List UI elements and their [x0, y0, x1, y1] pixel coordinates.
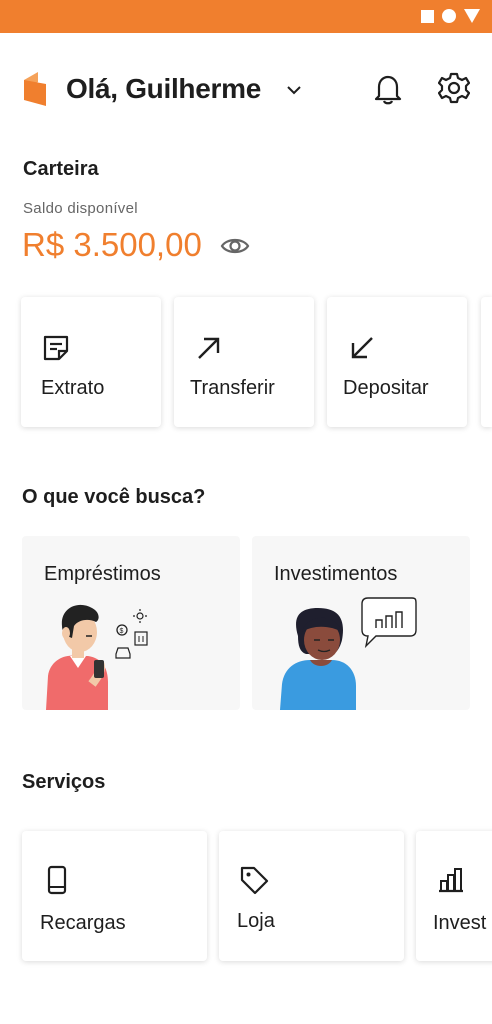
service-label: Loja — [237, 910, 275, 932]
home-icon — [442, 9, 456, 23]
loan-person-illustration: $ — [46, 604, 148, 710]
search-card-emprestimos[interactable]: Empréstimos $ — [22, 536, 240, 710]
search-title: O que você busca? — [22, 486, 206, 508]
notification-bell-icon[interactable] — [373, 72, 403, 106]
services-title: Serviços — [22, 771, 106, 793]
bar-chart-icon — [439, 868, 463, 893]
brand-logo-icon — [24, 72, 46, 106]
tag-icon — [240, 866, 269, 895]
investment-person-illustration — [280, 597, 417, 710]
balance-value: R$ 3.500,00 — [22, 226, 202, 263]
status-bar — [0, 0, 492, 33]
quick-action-label: Transferir — [190, 377, 275, 399]
quick-action-label: Depositar — [343, 377, 429, 399]
search-card-investimentos[interactable]: Investimentos — [252, 536, 470, 710]
service-label: Invest — [433, 912, 487, 934]
quick-action-transferir[interactable]: Transferir — [174, 297, 314, 427]
balance-label: Saldo disponível — [23, 200, 138, 217]
quick-action-label: Extrato — [41, 377, 105, 399]
header: Olá, Guilherme — [0, 66, 492, 114]
eye-icon[interactable] — [220, 234, 250, 258]
settings-gear-icon[interactable] — [438, 72, 470, 104]
recent-apps-icon — [421, 9, 434, 23]
chevron-down-icon[interactable] — [286, 84, 302, 96]
back-icon — [464, 9, 480, 23]
service-loja[interactable]: Loja — [219, 831, 404, 961]
arrow-down-left-icon — [351, 337, 373, 359]
service-recargas[interactable]: Recargas — [22, 831, 207, 961]
greeting-title: Olá, Guilherme — [66, 73, 261, 104]
service-label: Recargas — [40, 912, 126, 934]
quick-action-depositar[interactable]: Depositar — [327, 297, 467, 427]
service-investimentos[interactable]: Invest — [416, 831, 492, 961]
quick-action-more[interactable] — [481, 297, 492, 427]
svg-text:$: $ — [120, 628, 124, 635]
arrow-up-right-icon — [198, 337, 220, 359]
statement-icon — [43, 335, 69, 361]
quick-action-extrato[interactable]: Extrato — [21, 297, 161, 427]
wallet-title: Carteira — [23, 158, 99, 180]
phone-icon — [47, 865, 67, 895]
